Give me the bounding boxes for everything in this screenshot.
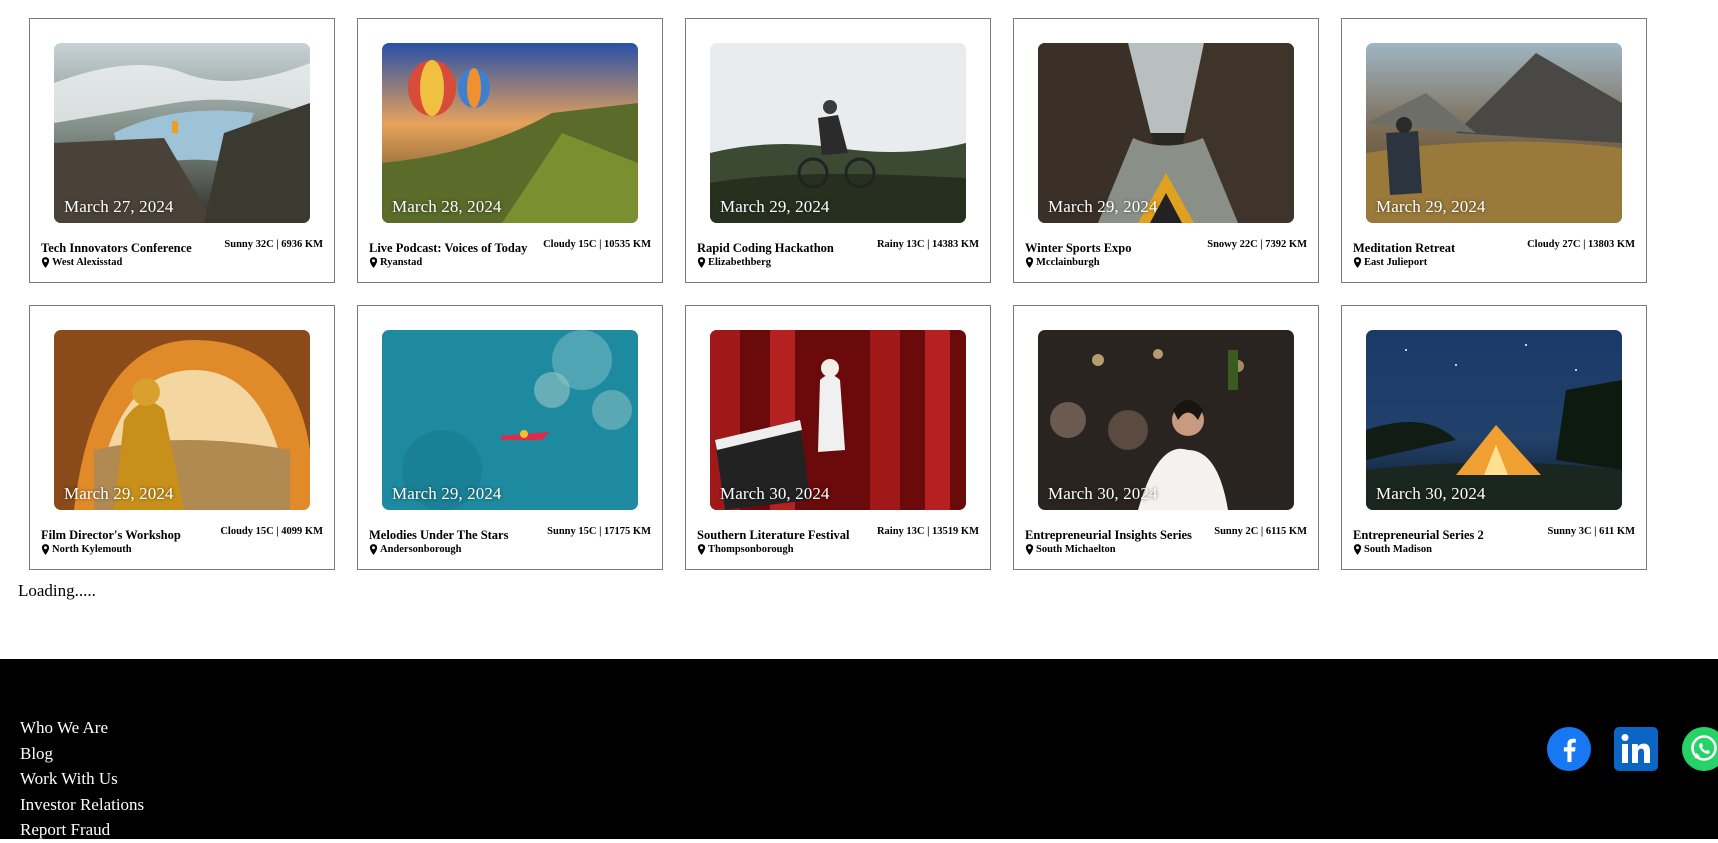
event-location-text: East Julieport [1364,257,1428,268]
event-weather-distance: Sunny 2C | 6115 KM [1214,526,1307,537]
event-location: East Julieport [1353,257,1427,268]
event-location: South Michaelton [1025,544,1116,555]
location-pin-icon [369,257,378,268]
footer-link-investor-relations[interactable]: Investor Relations [20,792,144,818]
event-card[interactable]: March 29, 2024 Winter Sports Expo Snowy … [1013,18,1319,283]
event-image: March 30, 2024 [710,330,966,510]
event-date: March 30, 2024 [1048,484,1158,503]
event-date: March 30, 2024 [720,484,830,503]
location-pin-icon [1353,257,1362,268]
event-weather-distance: Cloudy 15C | 10535 KM [543,239,651,250]
event-date: March 30, 2024 [1376,484,1486,503]
event-card[interactable]: March 30, 2024 Entrepreneurial Series 2 … [1341,305,1647,570]
event-location-text: Andersonborough [380,544,462,555]
whatsapp-icon[interactable] [1681,726,1718,772]
location-pin-icon [1025,257,1034,268]
location-pin-icon [1353,544,1362,555]
event-date: March 29, 2024 [1048,197,1158,216]
event-image: March 29, 2024 [1038,43,1294,223]
event-card[interactable]: March 27, 2024 Tech Innovators Conferenc… [29,18,335,283]
event-image: March 30, 2024 [1038,330,1294,510]
event-image: March 29, 2024 [382,330,638,510]
event-title: Winter Sports Expo [1025,241,1132,255]
event-location: Thompsonborough [697,544,794,555]
event-title: Entrepreneurial Series 2 [1353,528,1484,542]
event-date: March 27, 2024 [64,197,174,216]
footer-links: Who We Are Blog Work With Us Investor Re… [20,715,144,843]
event-location-text: Mcclainburgh [1036,257,1100,268]
event-location: North Kylemouth [41,544,132,555]
event-title: Live Podcast: Voices of Today [369,241,528,255]
event-location-text: Ryanstad [380,257,423,268]
event-title: Meditation Retreat [1353,241,1456,255]
event-date: March 29, 2024 [392,484,502,503]
event-card[interactable]: March 28, 2024 Live Podcast: Voices of T… [357,18,663,283]
event-title: Melodies Under The Stars [369,528,509,542]
event-weather-distance: Sunny 32C | 6936 KM [224,239,323,250]
event-location-text: North Kylemouth [52,544,132,555]
location-pin-icon [369,544,378,555]
event-weather-distance: Cloudy 27C | 13803 KM [1527,239,1635,250]
event-location: Andersonborough [369,544,462,555]
event-title: Film Director's Workshop [41,528,181,542]
event-image: March 29, 2024 [1366,43,1622,223]
event-weather-distance: Cloudy 15C | 4099 KM [220,526,323,537]
event-title: Tech Innovators Conference [41,241,192,255]
event-card[interactable]: March 30, 2024 Entrepreneurial Insights … [1013,305,1319,570]
loading-indicator: Loading..... [18,581,96,600]
event-image: March 29, 2024 [54,330,310,510]
location-pin-icon [697,257,706,268]
footer-link-work-with-us[interactable]: Work With Us [20,766,144,792]
events-grid: March 27, 2024 Tech Innovators Conferenc… [29,18,1647,570]
site-footer: Who We Are Blog Work With Us Investor Re… [0,659,1718,839]
event-title: Southern Literature Festival [697,528,850,542]
event-weather-distance: Sunny 15C | 17175 KM [547,526,651,537]
linkedin-icon[interactable] [1613,726,1659,772]
footer-link-who-we-are[interactable]: Who We Are [20,715,144,741]
event-image: March 30, 2024 [1366,330,1622,510]
location-pin-icon [41,257,50,268]
event-date: March 28, 2024 [392,197,502,216]
event-date: March 29, 2024 [1376,197,1486,216]
event-weather-distance: Sunny 3C | 611 KM [1547,526,1635,537]
event-title: Entrepreneurial Insights Series [1025,528,1192,542]
event-location-text: South Madison [1364,544,1432,555]
location-pin-icon [41,544,50,555]
event-card[interactable]: March 29, 2024 Melodies Under The Stars … [357,305,663,570]
event-card[interactable]: March 29, 2024 Meditation Retreat Cloudy… [1341,18,1647,283]
event-location-text: South Michaelton [1036,544,1116,555]
event-location: Mcclainburgh [1025,257,1100,268]
event-image: March 27, 2024 [54,43,310,223]
event-weather-distance: Rainy 13C | 14383 KM [876,239,979,250]
event-location-text: Elizabethberg [708,257,771,268]
event-location: Elizabethberg [697,257,771,268]
event-date: March 29, 2024 [64,484,174,503]
footer-link-blog[interactable]: Blog [20,741,144,767]
event-card[interactable]: March 30, 2024 Southern Literature Festi… [685,305,991,570]
event-location: South Madison [1353,544,1432,555]
event-card[interactable]: March 29, 2024 Film Director's Workshop … [29,305,335,570]
event-weather-distance: Snowy 22C | 7392 KM [1207,239,1307,250]
event-image: March 29, 2024 [710,43,966,223]
event-location-text: Thompsonborough [708,544,794,555]
event-location-text: West Alexisstad [52,257,123,268]
event-image: March 28, 2024 [382,43,638,223]
event-card[interactable]: March 29, 2024 Rapid Coding Hackathon Ra… [685,18,991,283]
event-title: Rapid Coding Hackathon [697,241,834,255]
facebook-icon[interactable] [1546,726,1592,772]
event-location: Ryanstad [369,257,422,268]
location-pin-icon [697,544,706,555]
event-location: West Alexisstad [41,257,122,268]
location-pin-icon [1025,544,1034,555]
event-date: March 29, 2024 [720,197,830,216]
event-weather-distance: Rainy 13C | 13519 KM [876,526,979,537]
